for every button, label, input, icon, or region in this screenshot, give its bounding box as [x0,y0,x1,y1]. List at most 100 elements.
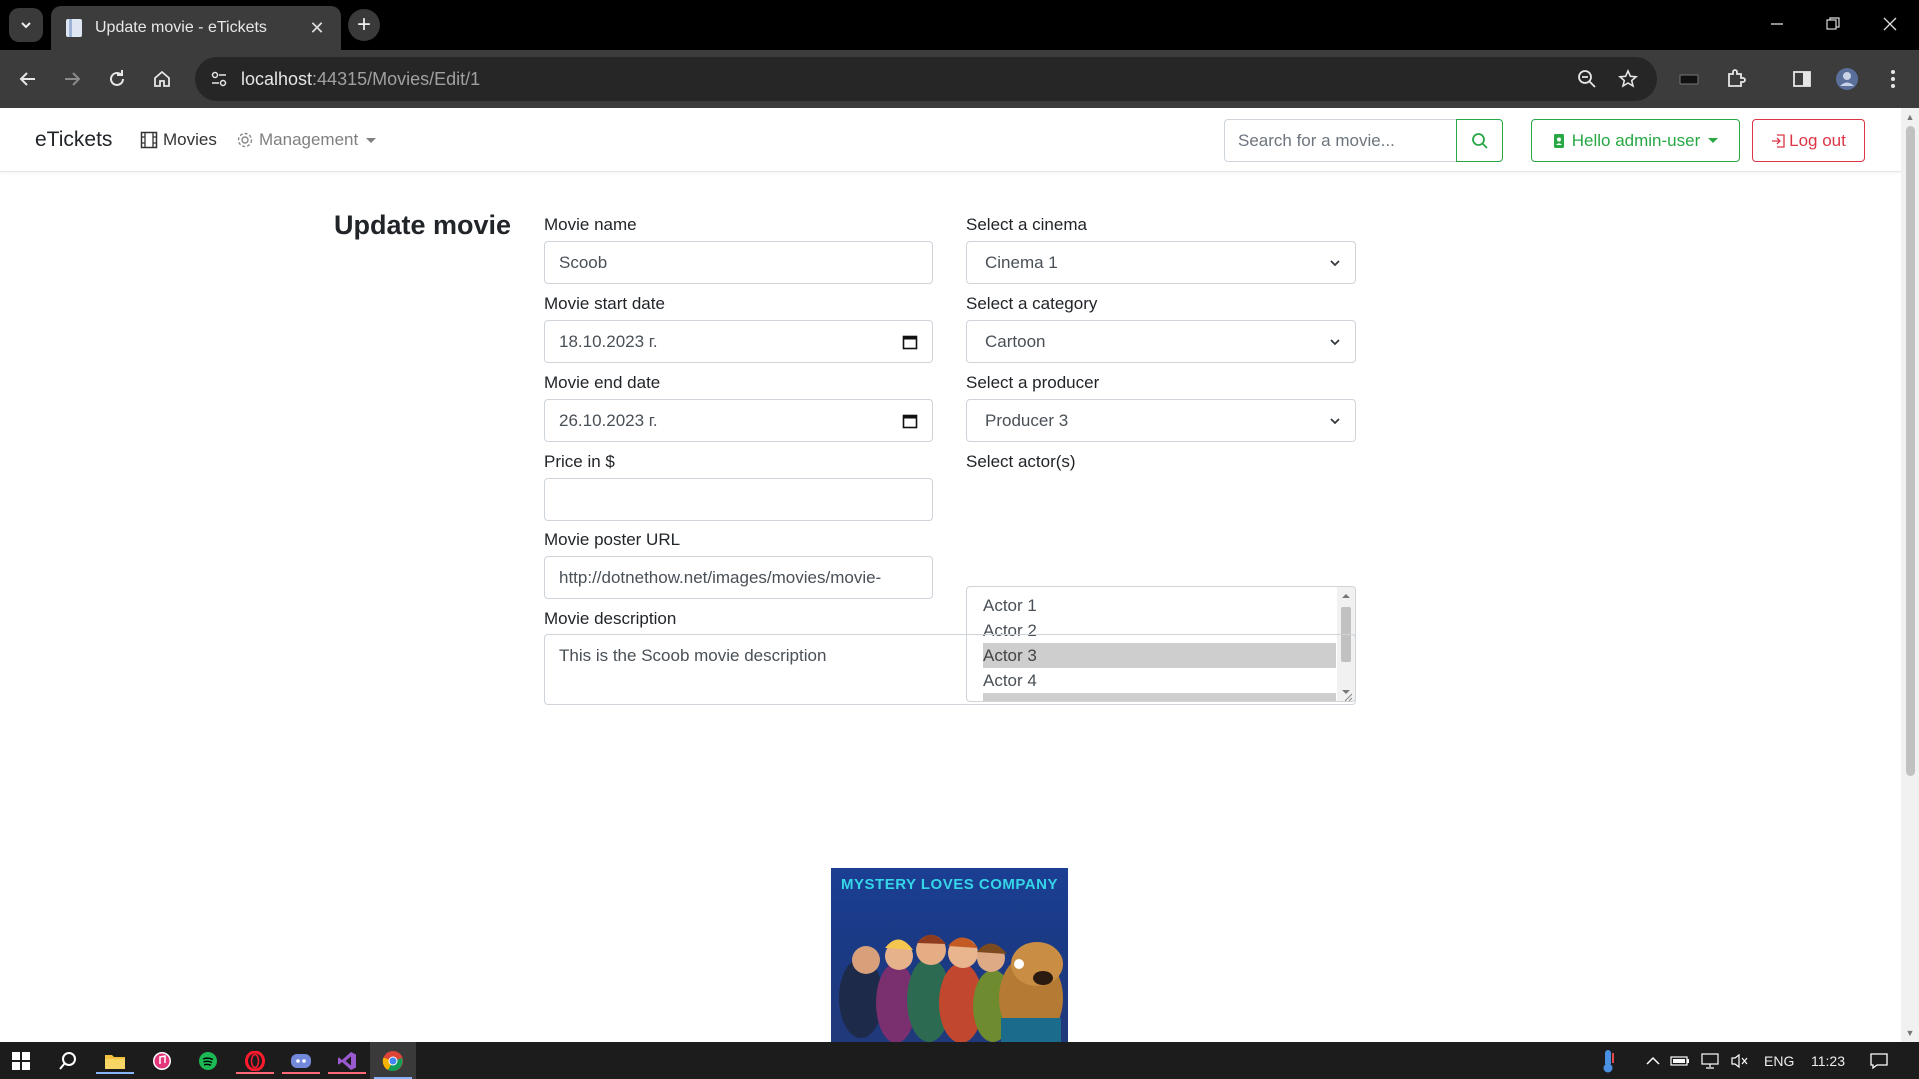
brand-logo[interactable]: eTickets [35,128,112,152]
chevron-down-icon [1330,338,1340,345]
nav-movies-link[interactable]: Movies [140,130,217,150]
address-bar[interactable]: localhost:44315/Movies/Edit/1 [195,57,1657,101]
side-panel-icon[interactable] [1788,65,1816,93]
end-date-label: Movie end date [544,373,661,392]
nav-movies-label: Movies [163,130,217,149]
running-indicator [328,1072,366,1074]
spotify-icon[interactable] [195,1048,221,1074]
producer-select[interactable]: Producer 3 [966,399,1356,442]
input-language[interactable]: ENG [1764,1053,1794,1069]
battery-icon[interactable] [1667,1048,1693,1074]
minimize-icon[interactable] [1765,12,1789,36]
taskbar-chrome-active[interactable] [370,1042,416,1079]
temperature-icon[interactable] [1595,1048,1621,1074]
close-window-icon[interactable] [1878,12,1902,36]
calendar-icon[interactable] [902,334,918,350]
end-date-value: 26.10.2023 г. [559,410,658,430]
calendar-icon[interactable] [902,413,918,429]
opera-icon[interactable] [236,1048,274,1074]
description-label: Movie description [544,609,677,628]
logout-button[interactable]: Log out [1752,119,1865,162]
volume-muted-icon[interactable] [1727,1048,1753,1074]
gear-icon [237,132,253,148]
start-date-value: 18.10.2023 г. [559,331,658,351]
poster-url-input[interactable]: http://dotnethow.net/images/movies/movie… [544,556,933,599]
description-textarea[interactable]: This is the Scoob movie description [544,634,1356,705]
discord-icon[interactable] [282,1048,320,1074]
movie-name-value: Scoob [559,252,608,272]
cinema-value: Cinema 1 [985,252,1058,272]
user-menu-button[interactable]: Hello admin-user [1531,119,1740,162]
movie-search-input[interactable] [1224,119,1457,162]
search-icon[interactable] [55,1048,81,1074]
price-input[interactable] [544,478,933,521]
tab-title: Update movie - eTickets [95,19,267,36]
browser-menu-icon[interactable] [1879,65,1907,93]
url-path: :44315/Movies/Edit/1 [312,69,481,89]
actors-label: Select actor(s) [966,452,1076,471]
scroll-up-icon[interactable]: ▲ [1905,112,1915,122]
network-icon[interactable] [1697,1048,1723,1074]
category-select[interactable]: Cartoon [966,320,1356,363]
movie-name-input[interactable]: Scoob [544,241,933,284]
reload-icon[interactable] [103,65,131,93]
actor-option[interactable]: Actor 1 [983,593,1336,618]
chrome-icon [380,1048,406,1074]
running-indicator [282,1072,320,1074]
url-host: localhost [241,69,313,89]
chevron-up-icon[interactable] [1640,1048,1666,1074]
scroll-up-icon[interactable] [1337,590,1355,602]
document-icon [66,19,82,37]
description-value: This is the Scoob movie description [559,646,827,665]
search-icon [1471,132,1488,149]
logout-icon [1772,133,1785,148]
bookmark-star-icon[interactable] [1616,67,1640,91]
caret-down-icon [366,137,377,143]
browser-tab-active[interactable]: Update movie - eTickets ✕ [51,6,341,50]
close-tab-icon[interactable]: ✕ [307,18,327,39]
page-scroll-thumb[interactable] [1906,126,1915,776]
search-button[interactable] [1456,119,1503,162]
file-explorer-icon[interactable] [96,1048,134,1074]
tab-search-button[interactable] [9,8,43,42]
site-navbar: eTickets Movies Management Hello admin-u… [0,108,1901,172]
notifications-icon[interactable] [1866,1048,1892,1074]
start-date-input[interactable]: 18.10.2023 г. [544,320,933,363]
end-date-input[interactable]: 26.10.2023 г. [544,399,933,442]
resize-grip-icon[interactable] [1343,692,1353,702]
back-icon[interactable] [14,65,42,93]
chevron-down-icon [1330,259,1340,266]
media-icon[interactable] [1675,65,1703,93]
visual-studio-icon[interactable] [328,1048,366,1074]
restore-icon[interactable] [1821,12,1845,36]
poster-url-value: http://dotnethow.net/images/movies/movie… [559,567,882,587]
extensions-icon[interactable] [1722,65,1750,93]
nav-management-dropdown[interactable]: Management [236,130,377,150]
cinema-select[interactable]: Cinema 1 [966,241,1356,284]
page-scrollbar[interactable]: ▲ ▼ [1901,108,1919,1042]
page-viewport: eTickets Movies Management Hello admin-u… [0,108,1901,1042]
profile-avatar-icon[interactable] [1833,65,1861,93]
new-tab-button[interactable]: + [348,9,380,41]
caret-down-icon [1708,138,1719,143]
category-value: Cartoon [985,331,1046,351]
poster-artwork [839,934,1063,1042]
user-badge-icon [1553,133,1564,148]
cinema-label: Select a cinema [966,215,1087,234]
scroll-down-icon[interactable]: ▼ [1905,1028,1915,1038]
system-clock[interactable]: 11:23 [1811,1053,1845,1069]
poster-url-label: Movie poster URL [544,530,681,549]
site-info-icon[interactable] [207,67,231,91]
zoom-icon[interactable] [1575,67,1599,91]
chevron-down-icon [1330,417,1340,424]
home-icon[interactable] [148,65,176,93]
url-text: localhost:44315/Movies/Edit/1 [241,69,480,90]
nav-management-label: Management [259,130,359,149]
page-title: Update movie [334,210,512,240]
price-label: Price in $ [544,452,615,471]
running-indicator [236,1072,274,1074]
producer-label: Select a producer [966,373,1100,392]
windows-start-icon[interactable] [8,1048,34,1074]
forward-icon[interactable] [58,65,86,93]
itunes-icon[interactable] [149,1048,175,1074]
